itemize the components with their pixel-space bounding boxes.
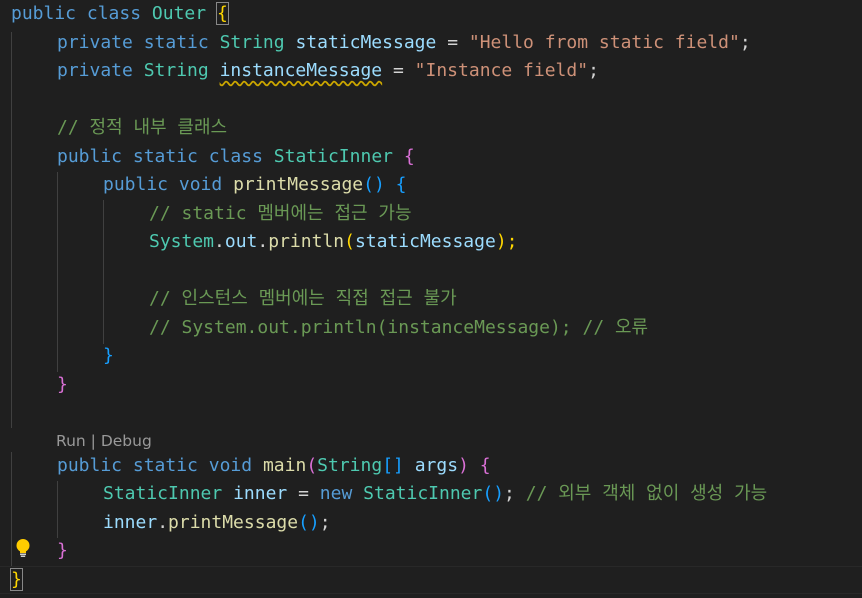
comment: // 인스턴스 멤버에는 직접 접근 불가: [149, 288, 457, 309]
lightbulb-icon-graphic: [16, 539, 30, 557]
indent-guide: [11, 32, 12, 428]
code-line-3[interactable]: private String instanceMessage = "Instan…: [57, 57, 599, 85]
code-line-6[interactable]: public static class StaticInner {: [57, 143, 415, 171]
code-line-14[interactable]: }: [57, 371, 68, 399]
comment: // System.out.println(instanceMessage); …: [149, 317, 649, 338]
code-line-13[interactable]: }: [103, 342, 114, 370]
code-line-2[interactable]: private static String staticMessage = "H…: [57, 29, 751, 57]
code-line-18[interactable]: inner.printMessage();: [103, 509, 331, 537]
code-line-1[interactable]: public class Outer {: [11, 0, 229, 28]
codelens: Run | Debug: [56, 432, 152, 450]
comment: // 외부 객체 없이 생성 가능: [525, 483, 768, 504]
debug-codelens-link[interactable]: Debug: [101, 432, 152, 450]
code-editor[interactable]: public class Outer { private static Stri…: [0, 0, 862, 598]
lightbulb-icon[interactable]: [14, 538, 32, 558]
current-line-highlight: [0, 566, 862, 594]
code-line-19[interactable]: }: [57, 537, 68, 565]
run-codelens-link[interactable]: Run: [56, 432, 86, 450]
indent-guide: [11, 452, 12, 566]
comment: // static 멤버에는 접근 가능: [149, 203, 412, 224]
code-line-5[interactable]: // 정적 내부 클래스: [57, 114, 227, 142]
code-line-16[interactable]: public static void main(String[] args) {: [57, 452, 491, 480]
code-line-17[interactable]: StaticInner inner = new StaticInner(); /…: [103, 480, 767, 508]
indent-guide: [103, 200, 104, 344]
unused-field-warning[interactable]: instanceMessage: [220, 60, 383, 81]
code-line-8[interactable]: // static 멤버에는 접근 가능: [149, 200, 412, 228]
code-line-7[interactable]: public void printMessage() {: [103, 171, 407, 199]
closing-brace: }: [10, 568, 23, 591]
indent-guide: [57, 172, 58, 372]
code-line-11[interactable]: // 인스턴스 멤버에는 직접 접근 불가: [149, 285, 457, 313]
comment: // 정적 내부 클래스: [57, 117, 228, 138]
indent-guide: [57, 481, 58, 538]
code-line-12[interactable]: // System.out.println(instanceMessage); …: [149, 314, 648, 342]
code-line-9[interactable]: System.out.println(staticMessage);: [149, 228, 518, 256]
code-line-20[interactable]: }: [10, 566, 23, 594]
opening-brace: {: [215, 2, 229, 25]
